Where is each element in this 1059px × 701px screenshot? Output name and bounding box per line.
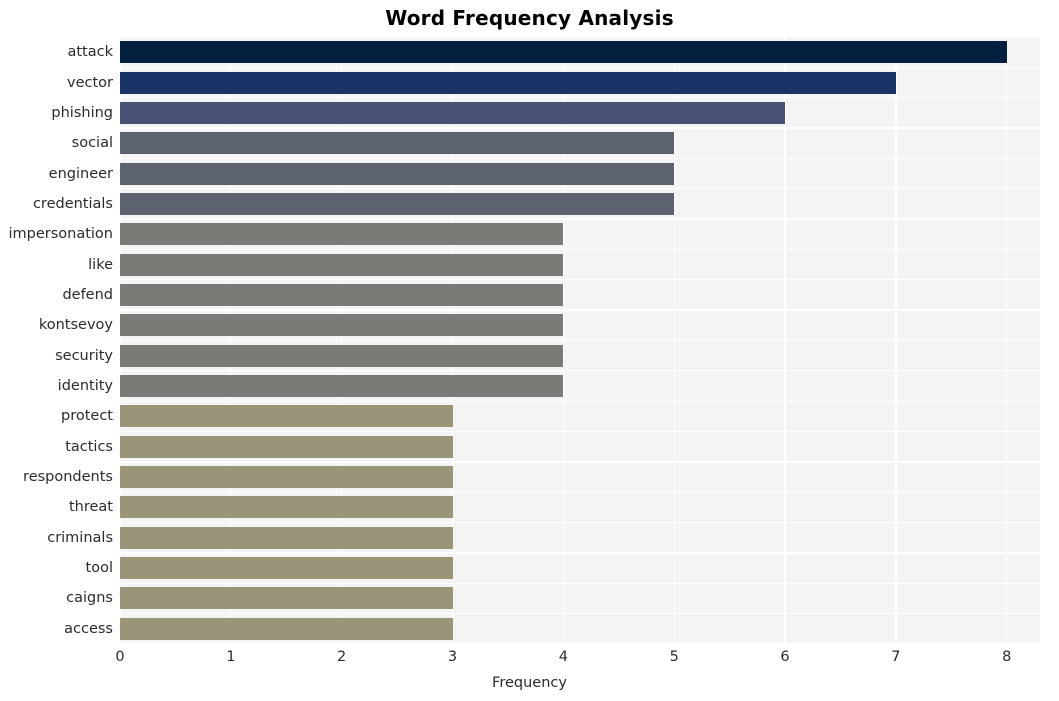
- y-axis-tick-label: security: [55, 347, 113, 364]
- y-axis-tick-label: social: [71, 135, 113, 152]
- y-axis-tick-label: access: [64, 620, 113, 637]
- y-axis-tick-label: attack: [67, 44, 113, 61]
- x-axis-tick-label: 5: [669, 649, 679, 665]
- y-axis-tick-label: tactics: [65, 438, 113, 455]
- y-axis-tick-label: like: [88, 256, 113, 273]
- x-axis-tick-label: 8: [1002, 649, 1012, 665]
- x-axis-tick-label: 7: [891, 649, 901, 665]
- y-axis-tick-label: phishing: [51, 104, 113, 121]
- y-axis-tick-label: engineer: [48, 165, 113, 182]
- y-axis-tick-label: identity: [57, 378, 113, 395]
- x-axis-tick-label: 0: [115, 649, 125, 665]
- y-axis-tick-label: impersonation: [8, 226, 113, 243]
- x-axis-title: Frequency: [492, 675, 567, 691]
- y-axis-tick-label: credentials: [32, 195, 113, 212]
- y-axis-tick-label: caigns: [66, 590, 113, 607]
- y-axis-tick-label: defend: [62, 286, 113, 303]
- y-axis-tick-label: kontsevoy: [38, 317, 113, 334]
- axis-labels-layer: attack vector phishing social engineer creden…: [0, 0, 1059, 701]
- x-axis-tick-label: 4: [558, 649, 568, 665]
- y-axis-tick-label: vector: [67, 74, 113, 91]
- y-axis-tick-label: criminals: [47, 529, 113, 546]
- x-axis-tick-label: 1: [226, 649, 236, 665]
- y-axis-tick-label: tool: [85, 560, 113, 577]
- y-axis-tick-label: threat: [68, 499, 113, 516]
- y-axis-tick-label: protect: [61, 408, 113, 425]
- chart-figure: Word Frequency Analysis attack vector phis…: [0, 0, 1059, 701]
- y-axis-tick-label: respondents: [23, 469, 113, 486]
- x-axis-tick-label: 6: [780, 649, 790, 665]
- x-axis-tick-label: 3: [447, 649, 458, 665]
- x-axis-tick-label: 2: [337, 649, 347, 665]
